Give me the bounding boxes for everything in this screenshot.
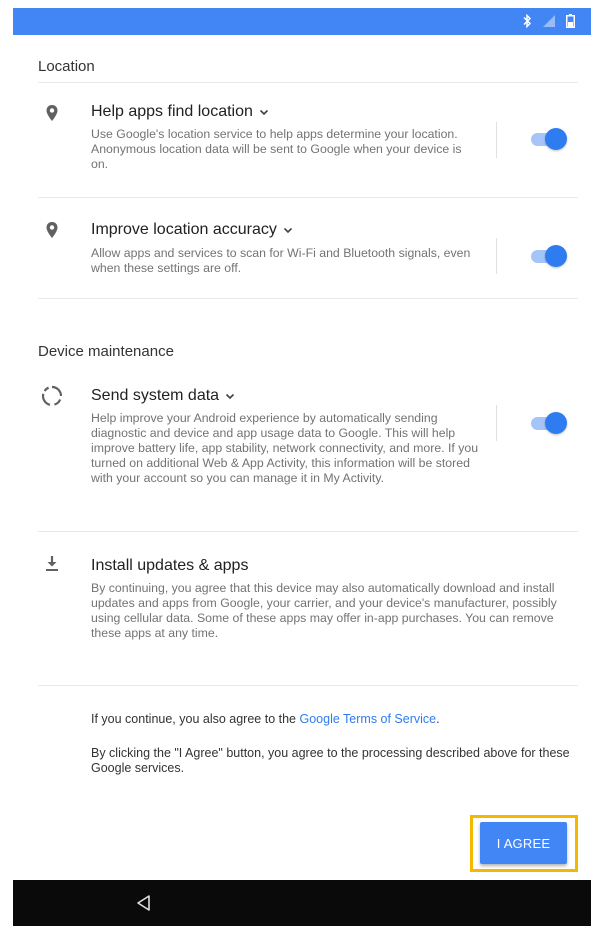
help-apps-find-location-switch[interactable]: [529, 128, 567, 150]
vertical-separator: [496, 238, 497, 274]
switch-thumb: [545, 245, 567, 267]
terms-notice-prefix: If you continue, you also agree to the: [91, 712, 300, 726]
terms-notice: If you continue, you also agree to the G…: [91, 712, 571, 727]
divider: [38, 531, 578, 532]
vertical-separator: [496, 122, 497, 158]
status-bar: [13, 8, 591, 35]
item-title-text: Improve location accuracy: [91, 221, 277, 238]
divider: [38, 197, 578, 198]
i-agree-button[interactable]: I AGREE: [480, 822, 567, 864]
improve-location-accuracy-switch[interactable]: [529, 245, 567, 267]
battery-icon: [566, 14, 575, 28]
divider: [38, 685, 578, 686]
google-terms-link[interactable]: Google Terms of Service: [299, 712, 436, 726]
chevron-down-icon[interactable]: [259, 107, 269, 117]
item-description: Use Google's location service to help ap…: [91, 127, 462, 171]
item-description: By continuing, you agree that this devic…: [91, 581, 557, 640]
item-title-text: Help apps find location: [91, 103, 253, 120]
status-icons: [523, 13, 575, 29]
install-updates-apps-title: Install updates & apps: [91, 557, 248, 575]
item-description: Allow apps and services to scan for Wi-F…: [91, 246, 471, 275]
chevron-down-icon[interactable]: [283, 225, 293, 235]
signal-icon: [543, 15, 555, 27]
navigation-bar: [13, 880, 591, 926]
section-title-device-maintenance: Device maintenance: [38, 343, 174, 360]
loading-circle-icon: [41, 385, 63, 406]
item-title-text: Send system data: [91, 387, 220, 404]
send-system-data-title[interactable]: Send system data: [91, 387, 235, 405]
improve-location-accuracy-title[interactable]: Improve location accuracy: [91, 221, 293, 239]
bluetooth-icon: [523, 14, 532, 28]
divider: [38, 82, 578, 83]
item-title-text: Install updates & apps: [91, 557, 249, 574]
terms-notice-suffix: .: [436, 712, 440, 726]
location-pin-icon: [46, 105, 58, 121]
switch-thumb: [545, 412, 567, 434]
item-description: Help improve your Android experience by …: [91, 411, 479, 485]
divider: [38, 298, 578, 299]
download-icon: [46, 556, 58, 571]
help-apps-find-location-toggle-title[interactable]: Help apps find location: [91, 103, 269, 121]
back-triangle-icon[interactable]: [133, 893, 155, 913]
location-pin-icon: [46, 222, 58, 238]
send-system-data-switch[interactable]: [529, 412, 567, 434]
switch-thumb: [545, 128, 567, 150]
section-title-location: Location: [38, 58, 95, 75]
vertical-separator: [496, 405, 497, 441]
agree-notice: By clicking the "I Agree" button, you ag…: [91, 746, 570, 775]
chevron-down-icon[interactable]: [225, 391, 235, 401]
